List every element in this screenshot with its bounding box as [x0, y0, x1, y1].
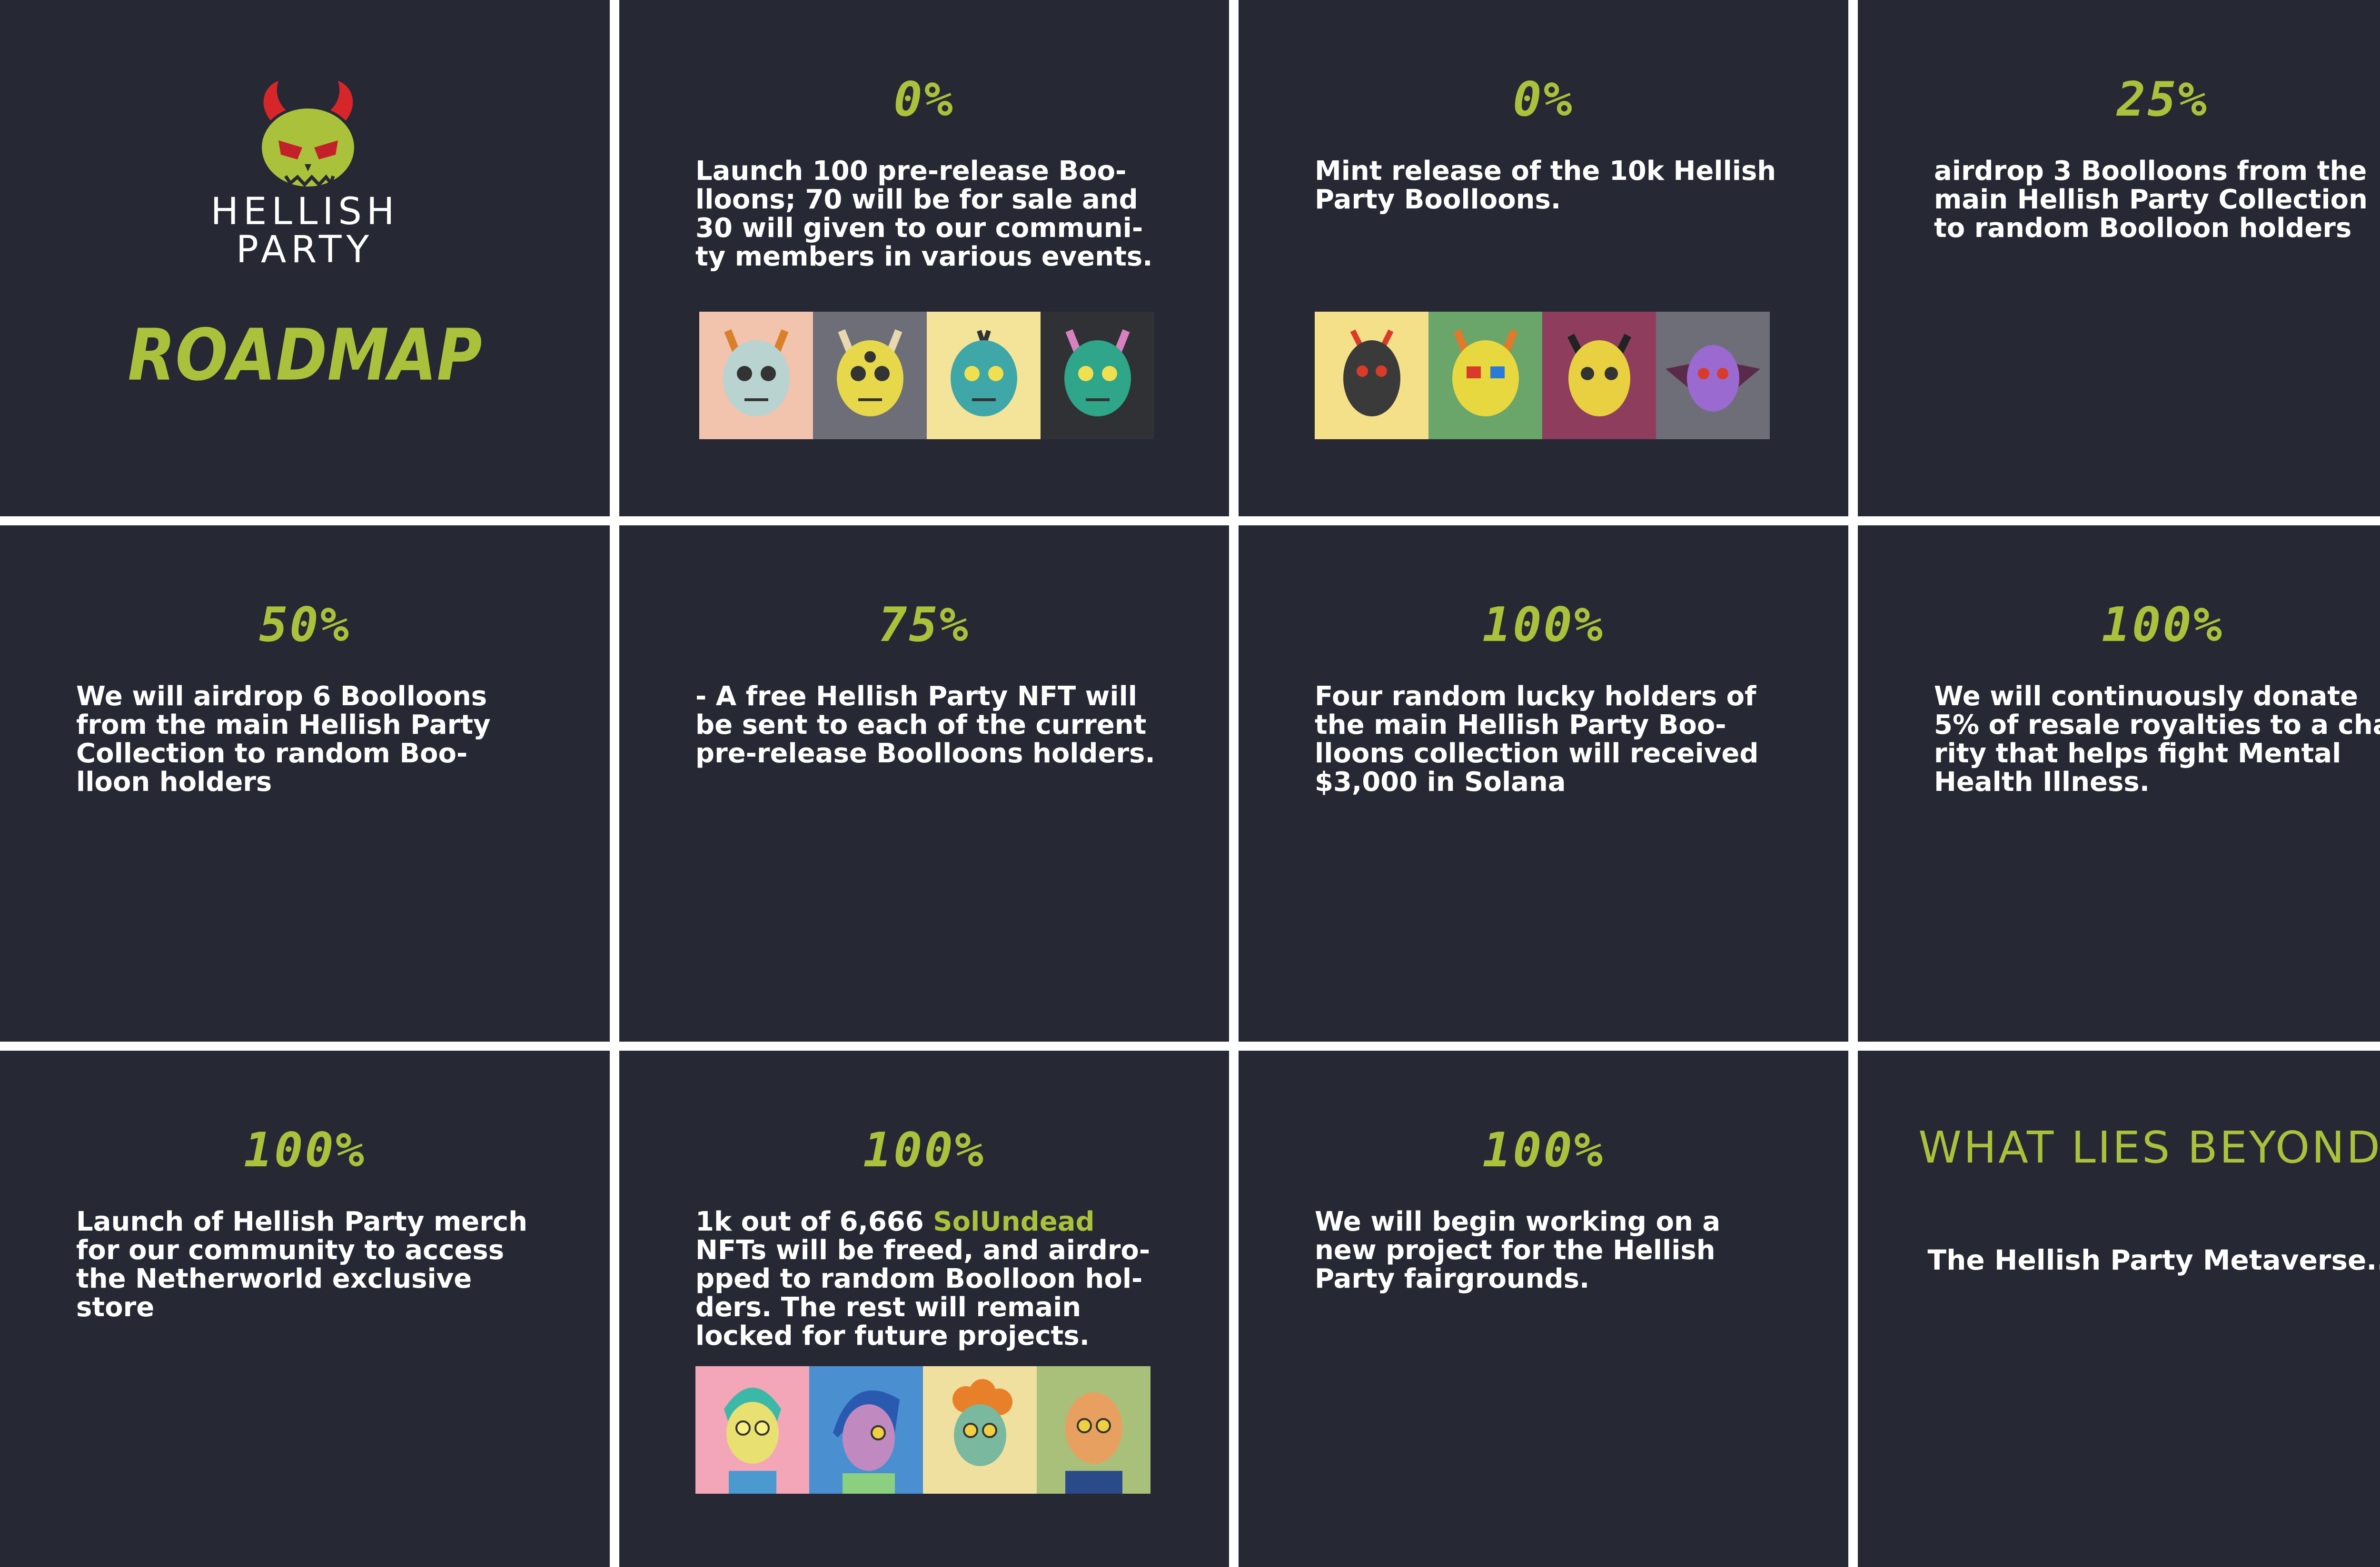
- solundead-highlight: SolUndead: [933, 1206, 1095, 1237]
- logo-word-party: PARTY: [236, 228, 374, 271]
- milestone-description: Launch 100 pre-release Boo- lloons; 70 w…: [695, 156, 1153, 272]
- milestone-card: 100% Launch of Hellish Party merch for o…: [0, 1051, 610, 1567]
- beyond-heading: WHAT LIES BEYOND?: [1918, 1122, 2380, 1173]
- boolloon-thumbnail: [699, 312, 813, 439]
- milestone-card: 100% We will continuously donate 5% of r…: [1858, 525, 2380, 1042]
- undead-portrait-icon: [833, 1390, 900, 1494]
- milestone-card: 0% Launch 100 pre-release Boo- lloons; 7…: [619, 0, 1229, 516]
- milestone-card: 50% We will airdrop 6 Boolloons from the…: [0, 525, 610, 1042]
- milestone-percent: 25%: [2117, 71, 2209, 127]
- milestone-description: We will continuously donate 5% of resale…: [1934, 681, 2380, 798]
- milestone-percent: 100%: [244, 1122, 366, 1178]
- milestone-percent: 75%: [878, 597, 970, 652]
- undead-portrait-icon: [724, 1388, 781, 1494]
- roadmap-grid: HELLISH PARTY ROADMAP 0% Launch 100 pre-…: [0, 0, 2380, 1567]
- milestone-description: We will begin working on a new project f…: [1315, 1206, 1721, 1294]
- boolloon-thumbnail: [1428, 312, 1542, 439]
- boolloon-thumbnail: [1656, 312, 1770, 439]
- undead-portrait-icon: [1065, 1392, 1122, 1494]
- milestone-percent: 100%: [863, 1122, 985, 1178]
- milestone-card: 100% We will begin working on a new proj…: [1239, 1051, 1848, 1567]
- milestone-card: 75% - A free Hellish Party NFT will be s…: [619, 525, 1229, 1042]
- milestone-percent: 100%: [1482, 1122, 1605, 1178]
- milestone-card: 100% Four random lucky holders of the ma…: [1239, 525, 1848, 1042]
- boolloon-thumbnail: [1315, 312, 1428, 439]
- solundead-thumbnail: [923, 1366, 1037, 1494]
- beyond-tile: WHAT LIES BEYOND? The Hellish Party Meta…: [1858, 1051, 2380, 1567]
- boolloon-thumbnail: [1542, 312, 1656, 439]
- roadmap-heading: ROADMAP: [128, 313, 482, 397]
- boolloon-thumbnail: [927, 312, 1041, 439]
- milestone-percent: 100%: [1482, 597, 1605, 652]
- metaverse-teaser: The Hellish Party Metaverse...: [1927, 1244, 2380, 1276]
- undead-portrait-icon: [952, 1379, 1012, 1466]
- boolloon-mask-icon: [837, 329, 903, 416]
- milestone-description: 1k out of 6,666 SolUndead NFTs will be f…: [695, 1208, 1150, 1350]
- milestone-percent: 0%: [1513, 71, 1574, 127]
- solundead-thumbnails: [695, 1366, 1150, 1494]
- milestone-percent: 100%: [2102, 597, 2224, 652]
- milestone-description: Launch of Hellish Party merch for our co…: [76, 1206, 527, 1323]
- boolloon-mask-icon: [723, 329, 790, 416]
- boolloon-mask-icon: [951, 330, 1017, 416]
- solundead-thumbnail: [695, 1366, 809, 1494]
- boolloon-mask-icon: [1452, 329, 1519, 416]
- logo-word-hellish: HELLISH: [210, 190, 399, 233]
- prerelease-thumbnails: [699, 312, 1154, 439]
- milestone-description: - A free Hellish Party NFT will be sent …: [695, 681, 1155, 769]
- milestone-card: 25% airdrop 3 Boolloons from the main He…: [1858, 0, 2380, 516]
- boolloon-thumbnail: [813, 312, 927, 439]
- milestone-percent: 0%: [893, 71, 955, 127]
- boolloon-mask-icon: [1343, 329, 1400, 416]
- milestone-description: We will airdrop 6 Boolloons from the mai…: [76, 681, 491, 798]
- boolloon-mask-icon: [1567, 334, 1632, 416]
- description-part: 1k out of 6,666: [695, 1206, 933, 1237]
- logo-tile: HELLISH PARTY ROADMAP: [0, 0, 610, 516]
- milestone-description: Four random lucky holders of the main He…: [1315, 681, 1759, 798]
- boolloon-thumbnail: [1041, 312, 1154, 439]
- milestone-card: 100% 1k out of 6,666 SolUndead NFTs will…: [619, 1051, 1229, 1567]
- solundead-thumbnail: [1037, 1366, 1150, 1494]
- milestone-percent: 50%: [259, 597, 351, 652]
- milestone-card: 0% Mint release of the 10k Hellish Party…: [1239, 0, 1848, 516]
- solundead-thumbnail: [809, 1366, 923, 1494]
- mint-thumbnails: [1315, 312, 1770, 439]
- boolloon-mask-icon: [1064, 329, 1131, 416]
- milestone-description: Mint release of the 10k Hellish Party Bo…: [1315, 156, 1776, 215]
- demon-skull-logo-icon: [259, 81, 357, 189]
- boolloon-mask-icon: [1666, 345, 1760, 412]
- milestone-description: airdrop 3 Boolloons from the main Hellis…: [1934, 156, 2368, 244]
- description-part: NFTs will be freed, and airdro- pped to …: [695, 1235, 1150, 1351]
